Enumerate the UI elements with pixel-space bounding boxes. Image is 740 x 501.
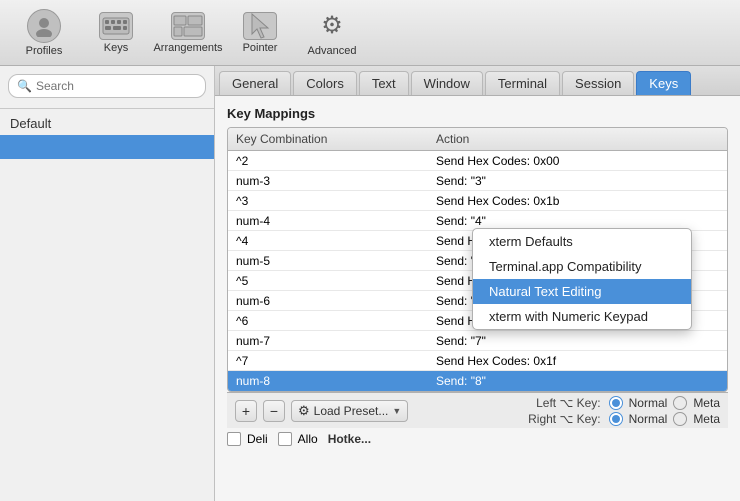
deli-label: Deli [247,432,268,446]
sidebar: 🔍 Default [0,66,215,501]
toolbar-pointer[interactable]: Pointer [226,8,294,58]
right-key-meta-label: Meta [693,412,720,426]
sidebar-divider [0,108,214,109]
pointer-icon [243,12,277,40]
cell-key: num-6 [228,294,428,308]
header-key-combination: Key Combination [228,130,428,148]
sidebar-item-label: Default [10,116,51,131]
dropdown-item-xterm-defaults[interactable]: xterm Defaults [473,229,691,254]
table-row[interactable]: num-3 Send: "3" [228,171,727,191]
tab-window[interactable]: Window [411,71,483,95]
toolbar-profiles[interactable]: Profiles [10,5,78,61]
cell-key: num-7 [228,334,428,348]
left-key-normal-label: Normal [629,396,668,410]
cell-action: Send Hex Codes: 0x1b [428,194,727,208]
gear-icon: ⚙ [298,403,310,419]
cell-key: num-3 [228,174,428,188]
cell-key: num-5 [228,254,428,268]
table-row[interactable]: ^7 Send Hex Codes: 0x1f [228,351,727,371]
deli-checkbox[interactable] [227,432,241,446]
cell-action: Send: "4" [428,214,727,228]
right-key-normal-radio[interactable] [609,412,623,426]
sidebar-item-selected[interactable] [0,135,214,159]
cell-action: Send: "3" [428,174,727,188]
left-key-meta-radio[interactable] [673,396,687,410]
advanced-icon: ⚙ [315,9,349,43]
search-icon: 🔍 [17,79,32,93]
table-row[interactable]: num-8 Send: "8" [228,371,727,391]
arrangements-icon [171,12,205,40]
cell-action: Send: "8" [428,374,727,388]
right-key-normal-label: Normal [629,412,668,426]
left-key-normal-radio[interactable] [609,396,623,410]
check-row-allo: Allo [278,432,318,446]
cell-key: ^5 [228,274,428,288]
section-title: Key Mappings [227,106,728,121]
toolbar-advanced[interactable]: ⚙ Advanced [298,5,366,61]
table-row[interactable]: num-7 Send: "7" [228,331,727,351]
right-key-option-row: Right ⌥ Key: Normal Meta [521,412,720,426]
dropdown-arrow-icon: ▼ [392,406,401,416]
right-key-label: Right ⌥ Key: [521,412,601,426]
pointer-label: Pointer [243,42,278,54]
allo-label: Allo [298,432,318,446]
hotkey-label: Hotke... [328,432,371,446]
right-key-meta-radio[interactable] [673,412,687,426]
dropdown-item-terminal-compat[interactable]: Terminal.app Compatibility [473,254,691,279]
toolbar-keys[interactable]: Keys [82,8,150,58]
bottom-bar: + − ⚙ Load Preset... ▼ xterm Defaults Te… [227,392,728,428]
checkbox-area: Deli Allo Hotke... [227,432,728,446]
load-preset-label: Load Preset... [314,404,389,418]
cell-action: Send Hex Codes: 0x1f [428,354,727,368]
cell-key: ^7 [228,354,428,368]
dropdown-item-xterm-numeric[interactable]: xterm with Numeric Keypad [473,304,691,329]
cell-key: num-8 [228,374,428,388]
cell-key: ^2 [228,154,428,168]
main-container: 🔍 Default General Colors Text Window [0,66,740,501]
keys-label: Keys [104,42,128,54]
left-key-radio-group: Normal Meta [609,396,720,410]
table-header: Key Combination Action [228,128,727,151]
advanced-label: Advanced [308,45,357,57]
profiles-label: Profiles [26,45,63,57]
allo-checkbox[interactable] [278,432,292,446]
tab-keys[interactable]: Keys [636,71,691,95]
search-bar[interactable]: 🔍 [8,74,206,98]
toolbar-arrangements[interactable]: Arrangements [154,8,222,58]
tab-colors[interactable]: Colors [293,71,357,95]
header-action: Action [428,130,727,148]
table-row[interactable]: ^2 Send Hex Codes: 0x00 [228,151,727,171]
tab-terminal[interactable]: Terminal [485,71,560,95]
cell-action: Send Hex Codes: 0x00 [428,154,727,168]
tab-text[interactable]: Text [359,71,409,95]
tab-general[interactable]: General [219,71,291,95]
sidebar-item-default[interactable]: Default [0,111,214,135]
dropdown-menu: xterm Defaults Terminal.app Compatibilit… [472,228,692,330]
cell-key: num-4 [228,214,428,228]
left-key-option-row: Left ⌥ Key: Normal Meta [521,396,720,410]
cell-key: ^6 [228,314,428,328]
keys-icon [99,12,133,40]
content-area: General Colors Text Window Terminal Sess… [215,66,740,501]
add-button[interactable]: + [235,400,257,422]
tab-session[interactable]: Session [562,71,634,95]
left-key-meta-label: Meta [693,396,720,410]
dropdown-item-natural-text[interactable]: Natural Text Editing [473,279,691,304]
cell-action: Send: "7" [428,334,727,348]
tab-bar: General Colors Text Window Terminal Sess… [215,66,740,96]
table-row[interactable]: ^3 Send Hex Codes: 0x1b [228,191,727,211]
right-key-radio-group: Normal Meta [609,412,720,426]
profiles-icon [27,9,61,43]
check-row-deli: Deli [227,432,268,446]
search-input[interactable] [36,79,197,93]
toolbar: Profiles Keys Arrangemen [0,0,740,66]
keys-content: Key Mappings Key Combination Action ^2 S… [215,96,740,501]
left-key-label: Left ⌥ Key: [521,396,601,410]
cell-key: ^3 [228,194,428,208]
load-preset-button[interactable]: ⚙ Load Preset... ▼ [291,400,408,422]
remove-button[interactable]: − [263,400,285,422]
arrangements-label: Arrangements [153,42,222,54]
cell-key: ^4 [228,234,428,248]
right-options: Left ⌥ Key: Normal Meta Right ⌥ Key: Nor [521,396,720,426]
